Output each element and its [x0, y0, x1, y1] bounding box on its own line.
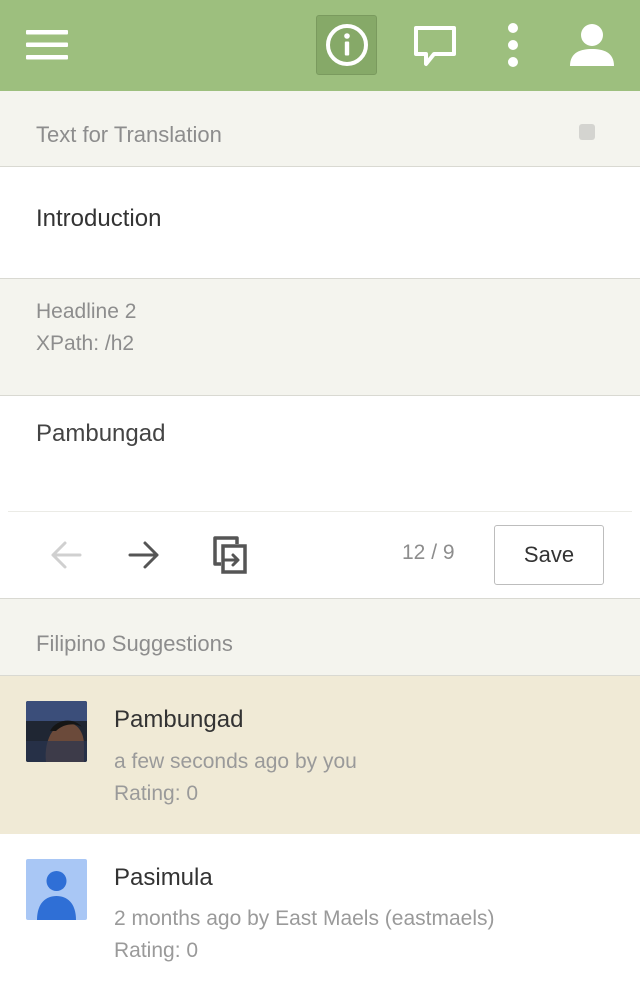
next-button[interactable]: [119, 530, 169, 580]
element-type-label: Headline 2: [36, 300, 137, 323]
divider: [0, 395, 640, 396]
previous-button[interactable]: [41, 530, 91, 580]
info-button[interactable]: [316, 15, 377, 75]
comment-bubble-icon: [414, 26, 456, 66]
suggestions-header: Filipino Suggestions: [0, 599, 640, 675]
source-header-label: Text for Translation: [36, 122, 222, 147]
arrow-right-icon: [128, 541, 159, 569]
suggestions-header-label: Filipino Suggestions: [36, 631, 233, 656]
divider: [8, 511, 632, 512]
user-profile-button[interactable]: [560, 16, 624, 74]
user-profile-icon: [570, 24, 614, 66]
divider: [0, 166, 640, 167]
copy-source-button[interactable]: [205, 530, 255, 580]
suggestion-title: Pambungad: [114, 706, 244, 733]
progress-counter: 12 / 9: [402, 541, 455, 564]
save-button[interactable]: Save: [494, 525, 604, 585]
comments-button[interactable]: [405, 16, 465, 74]
hamburger-menu-icon: [26, 30, 68, 60]
suggestion-title: Pasimula: [114, 864, 213, 891]
suggestion-item[interactable]: Pambungad a few seconds ago by you Ratin…: [0, 676, 640, 834]
translation-input[interactable]: Pambungad: [36, 420, 165, 448]
source-meta: Headline 2 XPath: /h2: [0, 279, 640, 395]
source-header: Text for Translation: [0, 91, 640, 166]
avatar: [26, 859, 87, 920]
more-options-button[interactable]: [493, 16, 533, 74]
avatar: [26, 701, 87, 762]
menu-button[interactable]: [18, 20, 76, 70]
default-user-icon: [26, 859, 87, 920]
suggestion-rating: Rating: 0: [114, 782, 199, 805]
suggestion-meta: 2 months ago by East Maels (eastmaels): [114, 907, 495, 930]
suggestion-meta: a few seconds ago by you: [114, 750, 357, 773]
vertical-dots-icon: [508, 23, 518, 67]
source-checkbox[interactable]: [579, 124, 595, 140]
top-toolbar: [0, 0, 640, 91]
xpath-label: XPath: /h2: [36, 332, 135, 355]
copy-source-icon: [213, 536, 247, 574]
source-text: Introduction: [36, 205, 162, 232]
suggestion-rating: Rating: 0: [114, 939, 199, 962]
suggestion-item[interactable]: Pasimula 2 months ago by East Maels (eas…: [0, 834, 640, 993]
arrow-left-icon: [51, 541, 82, 569]
info-circle-icon: [325, 24, 368, 66]
